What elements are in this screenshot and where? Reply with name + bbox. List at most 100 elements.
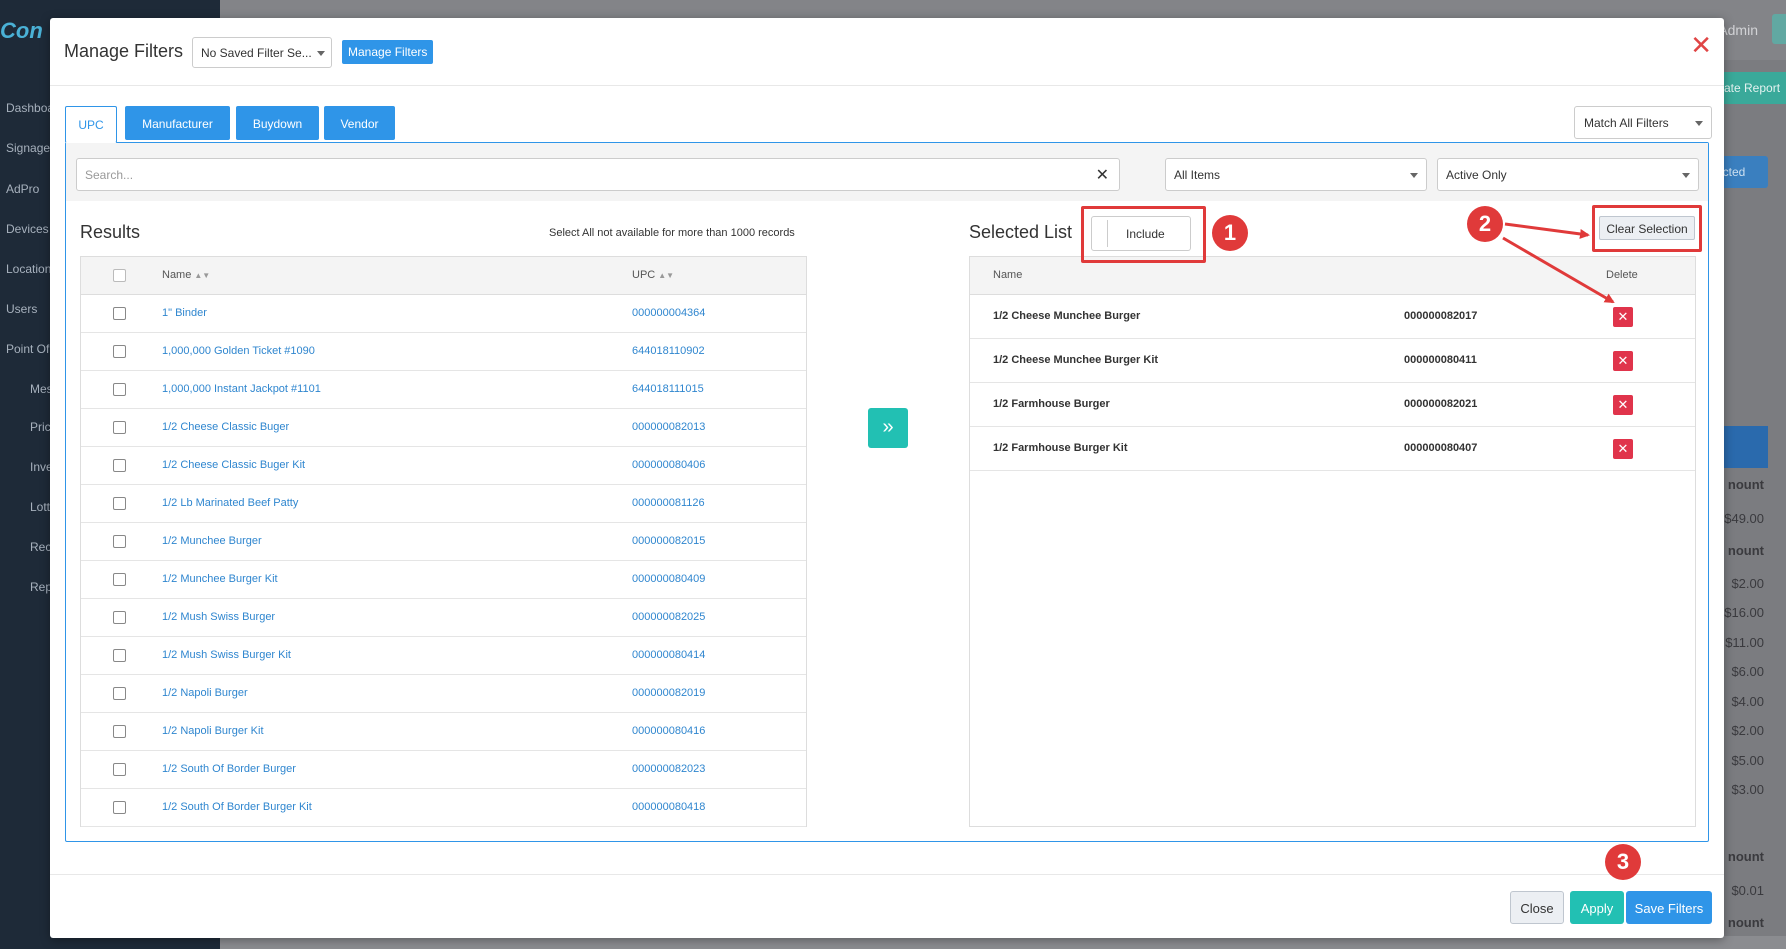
item-upc-link[interactable]: 000000080418 — [632, 801, 705, 813]
table-row[interactable]: 1/2 Munchee Burger 000000082015 — [81, 523, 806, 561]
tab-upc[interactable]: UPC — [65, 106, 117, 143]
item-name-link[interactable]: 1,000,000 Golden Ticket #1090 — [162, 345, 315, 357]
sidebar-item: Point Of — [6, 342, 50, 356]
table-row[interactable]: 1,000,000 Instant Jackpot #1101 644018111… — [81, 371, 806, 409]
item-name-link[interactable]: 1/2 Lb Marinated Beef Patty — [162, 497, 298, 509]
item-upc-link[interactable]: 000000080409 — [632, 573, 705, 585]
selected-delete-header: Delete — [1606, 269, 1638, 281]
search-input[interactable]: Search... ✕ — [76, 158, 1120, 191]
item-name-link[interactable]: 1/2 Cheese Classic Buger Kit — [162, 459, 305, 471]
row-checkbox[interactable] — [113, 687, 126, 700]
selected-item-upc: 000000082017 — [1404, 310, 1478, 322]
select-all-checkbox[interactable] — [113, 269, 126, 282]
table-row[interactable]: 1/2 Mush Swiss Burger 000000082025 — [81, 599, 806, 637]
table-row[interactable]: 1,000,000 Golden Ticket #1090 64401811090… — [81, 333, 806, 371]
item-upc-link[interactable]: 000000082023 — [632, 763, 705, 775]
items-filter-value: All Items — [1174, 168, 1221, 182]
item-name-link[interactable]: 1/2 Napoli Burger — [162, 687, 248, 699]
item-upc-link[interactable]: 644018110902 — [632, 345, 705, 357]
row-checkbox[interactable] — [113, 801, 126, 814]
row-checkbox[interactable] — [113, 345, 126, 358]
item-upc-link[interactable]: 000000082019 — [632, 687, 705, 699]
row-checkbox[interactable] — [113, 307, 126, 320]
delete-icon[interactable]: ✕ — [1613, 307, 1633, 327]
tab-vendor[interactable]: Vendor — [324, 106, 395, 140]
delete-icon[interactable]: ✕ — [1613, 395, 1633, 415]
add-selected-button[interactable]: » — [868, 408, 908, 448]
row-checkbox[interactable] — [113, 383, 126, 396]
items-filter-select[interactable]: All Items — [1165, 158, 1427, 191]
column-name-label: Name — [162, 269, 192, 281]
saved-filter-value: No Saved Filter Se... — [201, 46, 312, 60]
item-upc-link[interactable]: 000000080406 — [632, 459, 705, 471]
table-row[interactable]: 1/2 Munchee Burger Kit 000000080409 — [81, 561, 806, 599]
item-upc-link[interactable]: 000000082013 — [632, 421, 705, 433]
selected-item-upc: 000000082021 — [1404, 398, 1478, 410]
tab-buydown[interactable]: Buydown — [236, 106, 319, 140]
row-checkbox[interactable] — [113, 459, 126, 472]
column-upc-header[interactable]: UPC ▲▼ — [632, 269, 674, 281]
table-row[interactable]: 1/2 South Of Border Burger Kit 0000000804… — [81, 789, 806, 827]
row-checkbox[interactable] — [113, 763, 126, 776]
item-name-link[interactable]: 1" Binder — [162, 307, 207, 319]
item-upc-link[interactable]: 000000080416 — [632, 725, 705, 737]
row-checkbox[interactable] — [113, 611, 126, 624]
table-row[interactable]: 1/2 South Of Border Burger 000000082023 — [81, 751, 806, 789]
item-name-link[interactable]: 1/2 Mush Swiss Burger — [162, 611, 275, 623]
item-name-link[interactable]: 1/2 Cheese Classic Buger — [162, 421, 289, 433]
clear-search-icon[interactable]: ✕ — [1096, 165, 1109, 185]
sidebar-item: Users — [6, 302, 38, 316]
row-checkbox[interactable] — [113, 573, 126, 586]
sidebar-item: Dashboa — [6, 101, 55, 115]
tab-manufacturer[interactable]: Manufacturer — [125, 106, 230, 140]
item-name-link[interactable]: 1/2 Napoli Burger Kit — [162, 725, 264, 737]
annotation-box-clear — [1592, 205, 1702, 252]
item-upc-link[interactable]: 000000080414 — [632, 649, 705, 661]
manage-filters-button[interactable]: Manage Filters — [342, 40, 434, 64]
item-name-link[interactable]: 1/2 South Of Border Burger — [162, 763, 296, 775]
table-row[interactable]: 1/2 Napoli Burger 000000082019 — [81, 675, 806, 713]
row-checkbox[interactable] — [113, 535, 126, 548]
close-button[interactable]: Close — [1510, 891, 1564, 924]
background-amount: $5.00 — [1731, 753, 1764, 768]
item-upc-link[interactable]: 000000082015 — [632, 535, 705, 547]
item-name-link[interactable]: 1/2 Mush Swiss Burger Kit — [162, 649, 291, 661]
results-note: Select All not available for more than 1… — [549, 227, 795, 239]
item-upc-link[interactable]: 000000004364 — [632, 307, 705, 319]
row-checkbox[interactable] — [113, 497, 126, 510]
chevron-down-icon — [1695, 121, 1703, 126]
item-upc-link[interactable]: 000000081126 — [632, 497, 705, 509]
row-checkbox[interactable] — [113, 649, 126, 662]
selected-table: Name Delete 1/2 Cheese Munchee Burger 000… — [969, 256, 1696, 827]
manage-filters-modal: Manage Filters No Saved Filter Se... Man… — [50, 18, 1724, 938]
item-name-link[interactable]: 1/2 South Of Border Burger Kit — [162, 801, 312, 813]
close-icon[interactable]: ✕ — [1690, 32, 1712, 58]
sidebar-item: Pric — [30, 420, 51, 434]
column-name-header[interactable]: Name ▲▼ — [162, 269, 210, 281]
save-filters-button[interactable]: Save Filters — [1626, 891, 1712, 924]
table-row[interactable]: 1" Binder 000000004364 — [81, 295, 806, 333]
item-upc-link[interactable]: 644018111015 — [632, 383, 704, 395]
match-filters-select[interactable]: Match All Filters — [1574, 106, 1712, 139]
table-row[interactable]: 1/2 Mush Swiss Burger Kit 000000080414 — [81, 637, 806, 675]
status-filter-select[interactable]: Active Only — [1437, 158, 1699, 191]
item-name-link[interactable]: 1/2 Munchee Burger Kit — [162, 573, 278, 585]
table-row[interactable]: 1/2 Napoli Burger Kit 000000080416 — [81, 713, 806, 751]
item-name-link[interactable]: 1,000,000 Instant Jackpot #1101 — [162, 383, 321, 395]
background-amount: $16.00 — [1724, 605, 1764, 620]
delete-icon[interactable]: ✕ — [1613, 439, 1633, 459]
saved-filter-select[interactable]: No Saved Filter Se... — [192, 37, 332, 68]
selected-row: 1/2 Farmhouse Burger 000000082021 ✕ — [970, 383, 1695, 427]
background-amount: $6.00 — [1731, 664, 1764, 679]
row-checkbox[interactable] — [113, 725, 126, 738]
item-name-link[interactable]: 1/2 Munchee Burger — [162, 535, 262, 547]
table-row[interactable]: 1/2 Cheese Classic Buger 000000082013 — [81, 409, 806, 447]
apply-button[interactable]: Apply — [1570, 891, 1624, 924]
table-row[interactable]: 1/2 Lb Marinated Beef Patty 000000081126 — [81, 485, 806, 523]
row-checkbox[interactable] — [113, 421, 126, 434]
selected-item-name: 1/2 Cheese Munchee Burger — [993, 310, 1141, 322]
delete-icon[interactable]: ✕ — [1613, 351, 1633, 371]
selected-table-header: Name Delete — [970, 257, 1695, 295]
item-upc-link[interactable]: 000000082025 — [632, 611, 705, 623]
table-row[interactable]: 1/2 Cheese Classic Buger Kit 000000080406 — [81, 447, 806, 485]
